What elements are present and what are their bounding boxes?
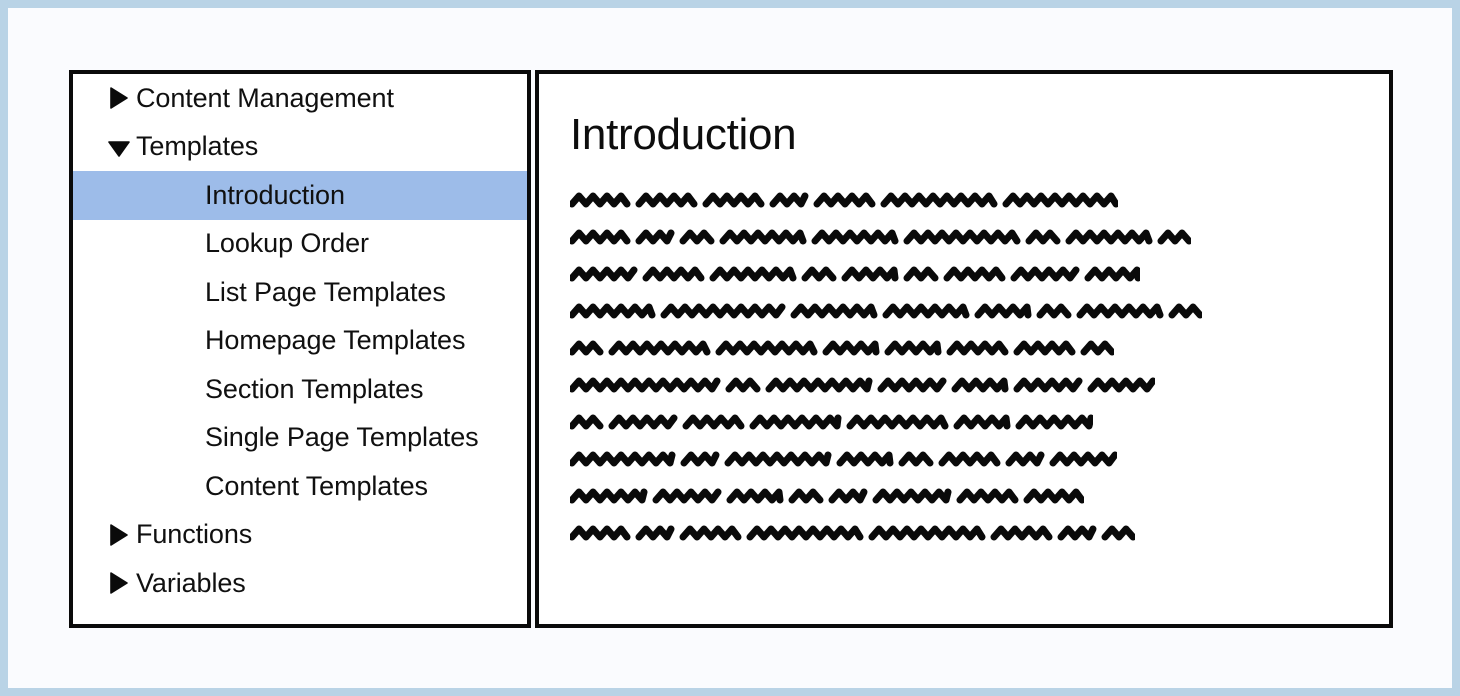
sidebar-item-lookup-order[interactable]: Lookup Order bbox=[73, 220, 527, 269]
sidebar-item-label: Templates bbox=[136, 131, 259, 162]
documentation-navigation-tree: Content Management Templates Introduction L… bbox=[73, 74, 527, 608]
body-text-line bbox=[570, 332, 1360, 369]
sidebar-item-content-templates[interactable]: Content Templates bbox=[73, 462, 527, 511]
page-title: Introduction bbox=[570, 110, 797, 159]
sidebar-item-label: Section Templates bbox=[205, 373, 424, 404]
body-text-line bbox=[570, 258, 1360, 295]
content-panel: Introduction bbox=[535, 70, 1393, 628]
article-body-placeholder bbox=[570, 184, 1360, 554]
sidebar-item-label: Single Page Templates bbox=[205, 422, 479, 453]
sidebar-item-label: Homepage Templates bbox=[205, 325, 466, 356]
body-text-line bbox=[570, 443, 1360, 480]
sidebar-item-label: List Page Templates bbox=[205, 276, 446, 307]
sidebar-item-templates[interactable]: Templates bbox=[73, 123, 527, 172]
sidebar-item-list-page-templates[interactable]: List Page Templates bbox=[73, 268, 527, 317]
sidebar-item-label: Introduction bbox=[205, 179, 345, 210]
body-text-line bbox=[570, 221, 1360, 258]
body-text-line bbox=[570, 480, 1360, 517]
caret-right-icon[interactable] bbox=[108, 523, 130, 547]
body-text-line bbox=[570, 184, 1360, 221]
caret-down-icon[interactable] bbox=[108, 135, 130, 159]
sidebar-item-functions[interactable]: Functions bbox=[73, 511, 527, 560]
sidebar-item-content-management[interactable]: Content Management bbox=[73, 74, 527, 123]
body-text-line bbox=[570, 517, 1360, 554]
sidebar-panel: Content Management Templates Introduction L… bbox=[69, 70, 531, 628]
caret-right-icon[interactable] bbox=[108, 86, 130, 110]
sidebar-item-label: Variables bbox=[136, 567, 246, 598]
sidebar-item-section-templates[interactable]: Section Templates bbox=[73, 365, 527, 414]
sidebar-item-variables[interactable]: Variables bbox=[73, 559, 527, 608]
sidebar-item-label: Content Templates bbox=[205, 470, 428, 501]
page-frame: Content Management Templates Introduction L… bbox=[0, 0, 1460, 696]
sidebar-item-label: Functions bbox=[136, 519, 253, 550]
sidebar-item-label: Lookup Order bbox=[205, 228, 369, 259]
sidebar-item-introduction[interactable]: Introduction bbox=[73, 171, 527, 220]
body-text-line bbox=[570, 295, 1360, 332]
sidebar-item-homepage-templates[interactable]: Homepage Templates bbox=[73, 317, 527, 366]
body-text-line bbox=[570, 406, 1360, 443]
sidebar-item-label: Content Management bbox=[136, 82, 394, 113]
body-text-line bbox=[570, 369, 1360, 406]
sidebar-item-single-page-templates[interactable]: Single Page Templates bbox=[73, 414, 527, 463]
caret-right-icon[interactable] bbox=[108, 571, 130, 595]
